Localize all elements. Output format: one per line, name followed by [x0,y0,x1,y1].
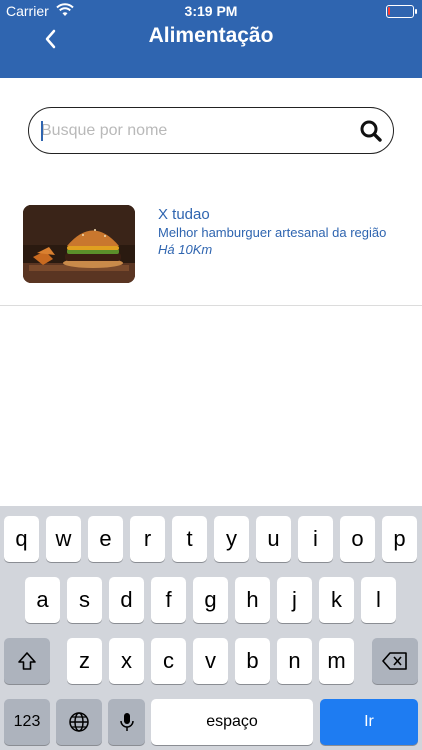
key-q[interactable]: q [4,516,39,562]
key-r[interactable]: r [130,516,165,562]
key-h[interactable]: h [235,577,270,623]
microphone-icon [119,713,134,731]
key-t[interactable]: t [172,516,207,562]
key-o[interactable]: o [340,516,375,562]
shift-key[interactable] [4,638,50,684]
key-b[interactable]: b [235,638,270,684]
globe-key[interactable] [56,699,102,745]
backspace-icon [382,652,407,670]
key-p[interactable]: p [382,516,417,562]
item-info: X tudao Melhor hamburguer artesanal da r… [158,206,418,258]
key-w[interactable]: w [46,516,81,562]
burger-thumbnail [23,205,135,283]
key-i[interactable]: i [298,516,333,562]
key-c[interactable]: c [151,638,186,684]
key-n[interactable]: n [277,638,312,684]
item-description: Melhor hamburguer artesanal da região [158,225,387,240]
status-time: 3:19 PM [184,3,238,19]
globe-icon [69,712,89,732]
key-l[interactable]: l [361,577,396,623]
key-s[interactable]: s [67,577,102,623]
key-e[interactable]: e [88,516,123,562]
space-key[interactable]: espaço [151,699,313,745]
key-j[interactable]: j [277,577,312,623]
backspace-key[interactable] [372,638,418,684]
key-v[interactable]: v [193,638,228,684]
item-distance: Há 10Km [158,242,213,257]
nav-header: Carrier 3:19 PM Alimentação [0,0,422,78]
battery-icon [386,5,417,18]
key-x[interactable]: x [109,638,144,684]
key-m[interactable]: m [319,638,354,684]
on-screen-keyboard: q w e r t y u i o p a s d f g h j k l z … [0,506,422,750]
list-item[interactable]: X tudao Melhor hamburguer artesanal da r… [0,190,422,306]
numbers-key[interactable]: 123 [4,699,50,745]
search-input[interactable] [41,118,341,144]
search-icon[interactable] [359,119,383,143]
go-key[interactable]: Ir [320,699,418,745]
key-f[interactable]: f [151,577,186,623]
page-title: Alimentação [148,24,274,47]
key-y[interactable]: y [214,516,249,562]
status-bar: Carrier 3:19 PM [0,0,422,22]
key-g[interactable]: g [193,577,228,623]
key-u[interactable]: u [256,516,291,562]
key-d[interactable]: d [109,577,144,623]
text-cursor [41,121,43,141]
key-z[interactable]: z [67,638,102,684]
search-bar[interactable] [28,107,394,154]
key-a[interactable]: a [25,577,60,623]
microphone-key[interactable] [108,699,145,745]
key-k[interactable]: k [319,577,354,623]
item-name: X tudao [158,206,210,223]
shift-icon [18,652,36,670]
